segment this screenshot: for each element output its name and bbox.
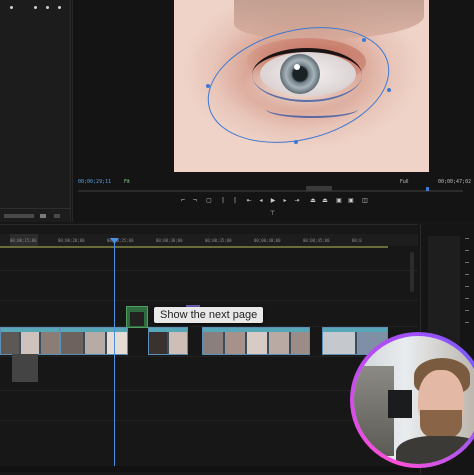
step-forward-icon[interactable]: ▸: [282, 198, 288, 204]
dot-icon: [58, 6, 61, 9]
meter-tick: [465, 322, 469, 323]
dot-icon: [46, 6, 49, 9]
meter-tick: [465, 286, 469, 287]
play-icon[interactable]: ▶: [270, 198, 276, 204]
track-divider: [0, 270, 418, 271]
meter-tick: [465, 298, 469, 299]
comparison-view-icon[interactable]: ◫: [362, 198, 368, 204]
clip-thumbnail: [291, 332, 309, 354]
ruler-tick-label: 00;0: [352, 238, 362, 243]
webcam-overlay: [350, 332, 474, 468]
go-to-in-icon[interactable]: ⇤: [246, 198, 252, 204]
panel-divider: [0, 208, 70, 209]
go-to-out-icon[interactable]: ⇥: [294, 198, 300, 204]
webcam-feed: [354, 336, 474, 464]
playback-resolution-dropdown[interactable]: Full: [400, 179, 409, 185]
wrench-icon[interactable]: [40, 214, 46, 218]
vertical-scrollbar[interactable]: [410, 252, 414, 292]
source-monitor-panel: [0, 0, 71, 222]
settings-icon[interactable]: [54, 214, 60, 218]
mask-vertex-handle[interactable]: [387, 88, 391, 92]
mark-out-icon[interactable]: ¬: [192, 198, 198, 204]
adjustment-layer-clip[interactable]: [126, 306, 148, 328]
clip-thumbnail: [149, 332, 167, 354]
mask-vertex-handle[interactable]: [206, 84, 210, 88]
clip-thumbnail: [107, 332, 127, 354]
settings-icon[interactable]: ▣: [348, 198, 354, 204]
playhead-timecode[interactable]: 00;00;29;11: [78, 179, 111, 185]
meter-tick: [465, 262, 469, 263]
clip-thumbnail: [1, 332, 19, 354]
clip-thumbnail: [323, 332, 355, 354]
clip-thumbnail: [269, 332, 289, 354]
add-button-icon[interactable]: ⊤: [270, 210, 275, 217]
video-clip[interactable]: [202, 327, 310, 355]
dot-icon: [10, 6, 13, 9]
panel-menu-dots[interactable]: [0, 6, 70, 14]
ruler-tick-label: 00;00;20;00: [58, 238, 85, 243]
video-preview[interactable]: [174, 0, 429, 172]
sequence-duration: 00;00;47;02: [438, 179, 472, 185]
source-scrub-bar[interactable]: [4, 214, 34, 218]
video-clip[interactable]: [0, 327, 60, 355]
clip-thumbnail: [247, 332, 267, 354]
lift-icon[interactable]: ⏏: [310, 198, 316, 204]
mark-in-icon[interactable]: ⌐: [180, 198, 186, 204]
clip-thumbnail: [85, 332, 105, 354]
meter-tick: [465, 238, 469, 239]
clip-thumbnail: [225, 332, 245, 354]
clip-thumbnail: [41, 332, 59, 354]
work-area-bar[interactable]: [0, 246, 388, 248]
video-clip[interactable]: [60, 327, 128, 355]
tooltip: Show the next page: [154, 307, 264, 323]
track-divider: [0, 356, 418, 357]
ruler-tick-label: 00;00;30;00: [156, 238, 183, 243]
clip-thumbnail: [203, 332, 223, 354]
presenter-shirt: [396, 436, 474, 464]
mask-vertex-handle[interactable]: [294, 140, 298, 144]
go-to-in-icon[interactable]: |: [232, 198, 238, 204]
clear-marks-icon[interactable]: ▢: [206, 198, 212, 204]
clip-thumbnail: [130, 312, 144, 326]
monitor-playhead[interactable]: [426, 187, 429, 191]
horizontal-scrollbar[interactable]: [0, 466, 418, 472]
clip-thumbnail: [169, 332, 187, 354]
track-divider: [0, 300, 418, 301]
background-monitor: [388, 390, 412, 418]
meter-tick: [465, 274, 469, 275]
program-monitor: [72, 0, 474, 222]
step-back-icon[interactable]: ◂: [258, 198, 264, 204]
dot-icon: [34, 6, 37, 9]
monitor-scrub-bar[interactable]: [78, 190, 463, 192]
timeline-playhead[interactable]: [114, 240, 115, 470]
mask-vertex-handle[interactable]: [362, 38, 366, 42]
extract-icon[interactable]: ⏏: [322, 198, 328, 204]
meter-tick: [465, 310, 469, 311]
ruler-tick-label: 00;00;35;00: [205, 238, 232, 243]
ruler-tick-label: 00;00;45;00: [303, 238, 330, 243]
add-marker-icon[interactable]: |: [220, 198, 226, 204]
export-frame-icon[interactable]: ▣: [336, 198, 342, 204]
zoom-fit-dropdown[interactable]: Fit: [124, 179, 130, 185]
clip-thumbnail: [21, 332, 39, 354]
meter-tick: [465, 250, 469, 251]
audio-clip[interactable]: [12, 354, 38, 382]
ruler-tick-label: 00;00;40;00: [254, 238, 281, 243]
video-clip[interactable]: [148, 327, 188, 355]
ruler-tick-label: 00;00;15;00: [10, 238, 37, 243]
zoom-scroll-handle[interactable]: [306, 186, 332, 191]
clip-thumbnail: [61, 332, 83, 354]
